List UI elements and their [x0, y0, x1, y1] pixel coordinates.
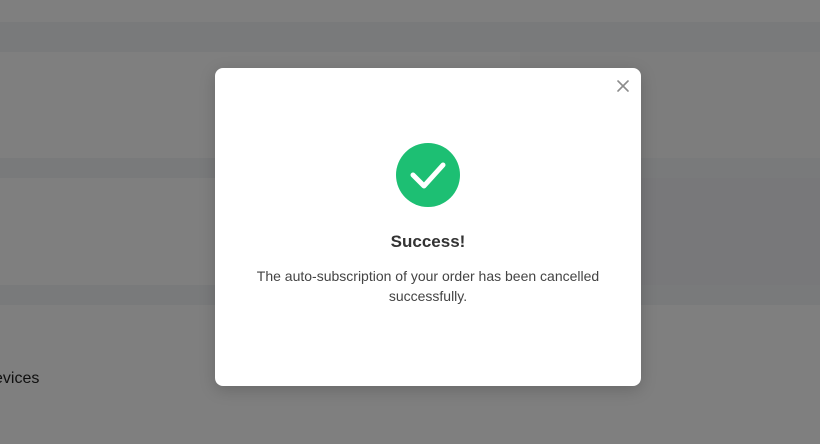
success-dialog: Success! The auto-subscription of your o…: [215, 68, 641, 386]
check-circle-icon: [396, 143, 460, 207]
dialog-message: The auto-subscription of your order has …: [256, 268, 600, 304]
close-icon: [615, 78, 631, 94]
close-button[interactable]: [615, 78, 631, 94]
dialog-title: Success!: [390, 232, 466, 251]
